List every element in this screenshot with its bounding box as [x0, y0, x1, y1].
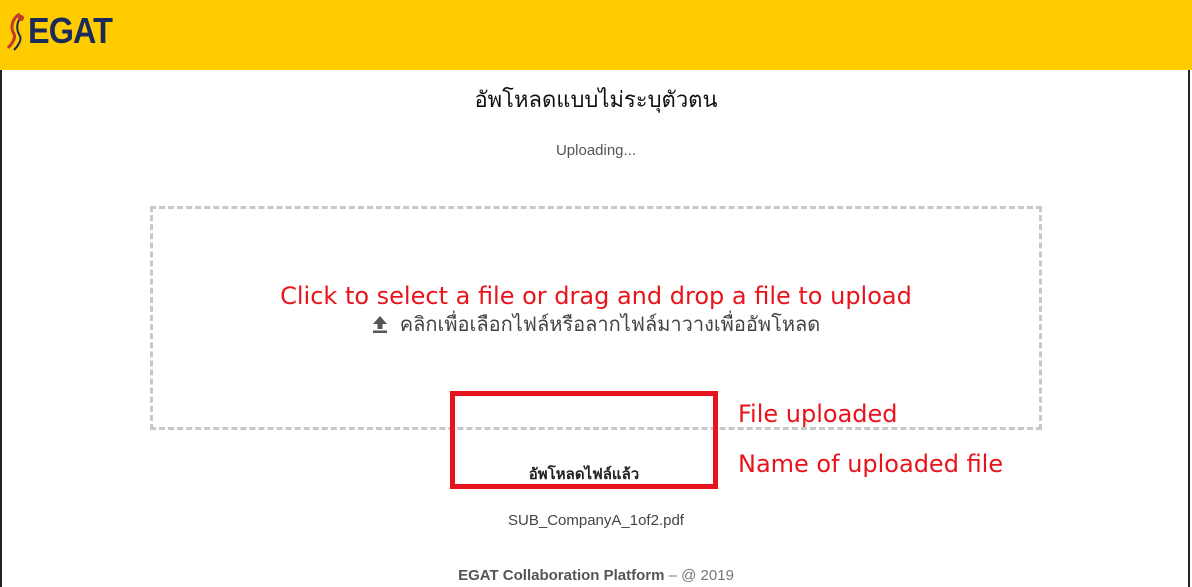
annotation-file-name: Name of uploaded file: [738, 450, 1004, 478]
footer-copyright: – @ 2019: [664, 567, 734, 584]
annotation-click-to-select: Click to select a file or drag and drop …: [280, 282, 912, 310]
upload-status: Uploading...: [555, 142, 637, 159]
egat-logo[interactable]: EGAT: [6, 10, 121, 52]
dropzone-hint[interactable]: คลิกเพื่อเลือกไฟล์หรือลากไฟล์มาวางเพื่ออ…: [0, 308, 1192, 340]
footer: EGAT Collaboration Platform – @ 2019: [0, 567, 1192, 584]
uploaded-file-name: SUB_CompanyA_1of2.pdf: [508, 512, 684, 529]
footer-brand: EGAT Collaboration Platform: [458, 567, 665, 584]
logo-mark-icon: [6, 12, 24, 51]
logo-text: EGAT: [28, 10, 113, 51]
uploaded-label: อัพโหลดไฟล์แล้ว: [528, 465, 640, 483]
upload-icon: [372, 316, 387, 333]
annotation-file-uploaded: File uploaded: [738, 400, 898, 428]
page-title: อัพโหลดแบบไม่ระบุตัวตน: [474, 88, 718, 113]
dropzone-hint-text: คลิกเพื่อเลือกไฟล์หรือลากไฟล์มาวางเพื่ออ…: [399, 312, 821, 336]
header-bar: EGAT: [0, 0, 1192, 70]
